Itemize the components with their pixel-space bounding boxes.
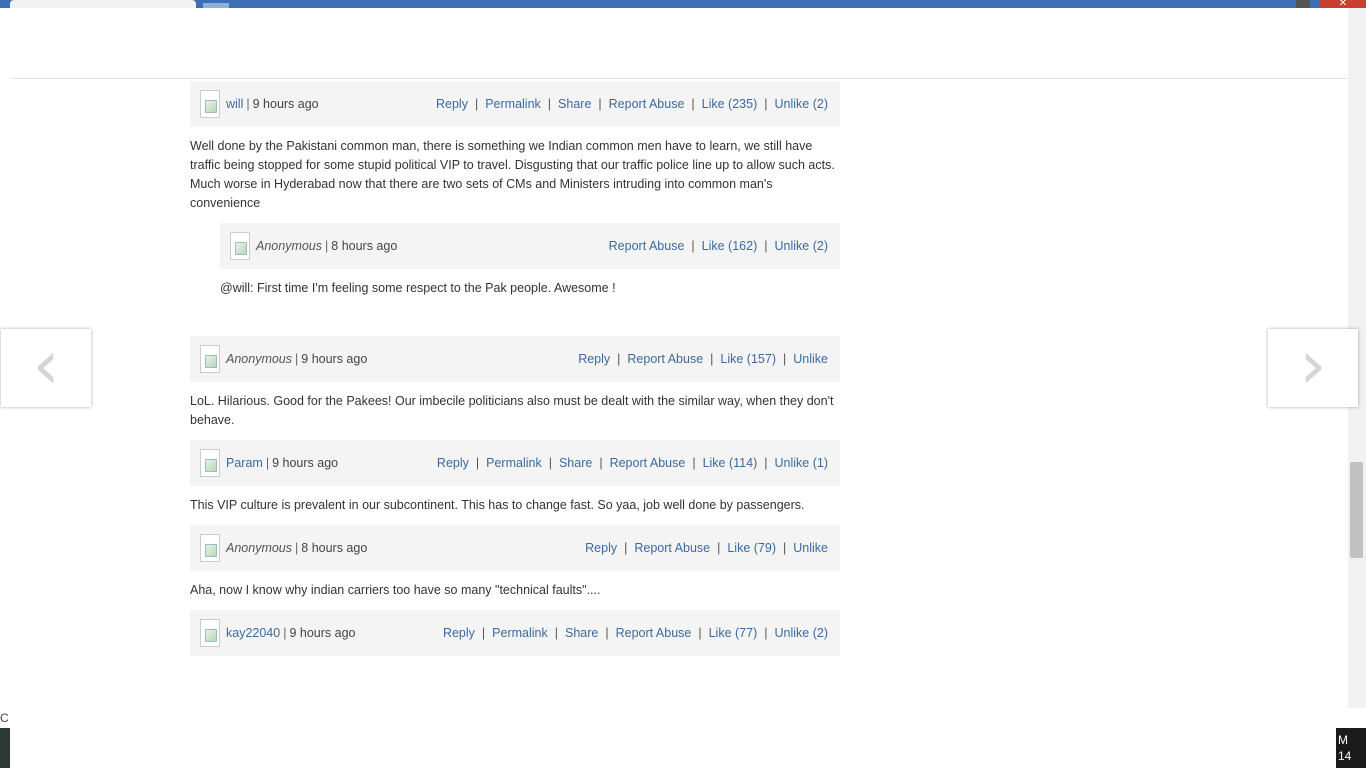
report-abuse-link[interactable]: Report Abuse — [627, 352, 703, 366]
comment-author: Anonymous — [226, 352, 293, 366]
like-link[interactable]: Like (77) — [709, 626, 758, 640]
comment-actions: Reply | Permalink | Share | Report Abuse | L… — [436, 97, 828, 111]
share-link[interactable]: Share — [558, 97, 591, 111]
unlike-link[interactable]: Unlike — [793, 352, 828, 366]
comment-time: 9 hours ago — [289, 626, 356, 640]
avatar — [200, 90, 220, 118]
reply-link[interactable]: Reply — [437, 456, 469, 470]
comment-time: 9 hours ago — [252, 97, 319, 111]
comment-time: 8 hours ago — [301, 541, 368, 555]
page-header — [10, 8, 1348, 79]
unlike-link[interactable]: Unlike (2) — [775, 239, 829, 253]
taskbar-start-area[interactable] — [0, 728, 10, 768]
system-clock[interactable]: M 14 — [1336, 728, 1366, 768]
share-link[interactable]: Share — [565, 626, 598, 640]
comment-author[interactable]: kay22040 — [226, 626, 280, 640]
comment-time: 9 hours ago — [272, 456, 339, 470]
like-link[interactable]: Like (114) — [703, 456, 758, 470]
comment-time: 9 hours ago — [301, 352, 368, 366]
report-abuse-link[interactable]: Report Abuse — [609, 97, 685, 111]
unlike-link[interactable]: Unlike (2) — [775, 97, 829, 111]
reply-link[interactable]: Reply — [578, 352, 610, 366]
share-link[interactable]: Share — [559, 456, 592, 470]
window-icon — [1296, 0, 1310, 8]
avatar — [200, 534, 220, 562]
comment-text — [190, 656, 840, 666]
comment-header: Anonymous | 9 hours ago Reply | Report Ab… — [190, 336, 840, 382]
avatar — [200, 345, 220, 373]
reply-header: Anonymous | 8 hours ago Report Abuse | Li… — [220, 223, 840, 269]
meta-separator: | — [265, 456, 270, 470]
report-abuse-link[interactable]: Report Abuse — [616, 626, 692, 640]
unlike-link[interactable]: Unlike (1) — [775, 456, 829, 470]
comment-actions: Reply | Permalink | Share | Report Abuse | L… — [436, 456, 829, 470]
meta-separator: | — [295, 541, 299, 555]
comment-actions: Report Abuse | Like (162) | Unlike (2) — [608, 239, 829, 253]
next-arrow-icon[interactable]: › — [1268, 329, 1358, 407]
comment-header: will | 9 hours ago Reply | Permalink | Sha… — [190, 81, 840, 127]
like-link[interactable]: Like (235) — [702, 97, 758, 111]
unlike-link[interactable]: Unlike — [793, 541, 828, 555]
reply-text: @will: First time I'm feeling some respe… — [220, 281, 616, 295]
previous-arrow-icon[interactable]: ‹ — [1, 329, 91, 407]
scrollbar-thumb[interactable] — [1350, 462, 1363, 558]
like-link[interactable]: Like (162) — [702, 239, 758, 253]
permalink-link[interactable]: Permalink — [492, 626, 548, 640]
comments-list: will | 9 hours ago Reply | Permalink | Sha… — [190, 81, 840, 676]
meta-separator: | — [325, 239, 329, 253]
comment-actions: Reply | Report Abuse | Like (157) | Unlike — [578, 352, 828, 366]
comment-text: Well done by the Pakistani common man, t… — [190, 139, 835, 210]
report-abuse-link[interactable]: Report Abuse — [610, 456, 686, 470]
like-link[interactable]: Like (157) — [720, 352, 776, 366]
reply-link[interactable]: Reply — [443, 626, 475, 640]
meta-separator: | — [246, 97, 250, 111]
comment-text: This VIP culture is prevalent in our sub… — [190, 498, 805, 512]
comment-time: 8 hours ago — [331, 239, 398, 253]
clock-line-1: M — [1338, 733, 1348, 747]
meta-separator: | — [283, 626, 287, 640]
report-abuse-link[interactable]: Report Abuse — [609, 239, 685, 253]
avatar — [200, 449, 220, 477]
comment-author[interactable]: Param — [226, 456, 263, 470]
close-icon[interactable]: ✕ — [1320, 0, 1366, 8]
permalink-link[interactable]: Permalink — [486, 456, 542, 470]
like-link[interactable]: Like (79) — [727, 541, 776, 555]
avatar — [230, 232, 250, 260]
taskbar-edge-text: C — [0, 709, 10, 727]
comment-header: kay22040 | 9 hours ago Reply | Permalink |… — [190, 610, 840, 656]
meta-separator: | — [295, 352, 299, 366]
taskbar — [0, 708, 1366, 768]
web-page: will | 9 hours ago Reply | Permalink | Sha… — [10, 8, 1348, 708]
avatar — [200, 619, 220, 647]
comment-author: Anonymous — [226, 541, 293, 555]
comment-author[interactable]: will — [226, 97, 243, 111]
report-abuse-link[interactable]: Report Abuse — [634, 541, 710, 555]
comment-header: Param | 9 hours ago Reply | Permalink | Sh… — [190, 440, 840, 486]
reply-link[interactable]: Reply — [436, 97, 468, 111]
comment-text: LoL. Hilarious. Good for the Pakees! Our… — [190, 394, 834, 427]
comment-author: Anonymous — [256, 239, 323, 253]
unlike-link[interactable]: Unlike (2) — [775, 626, 829, 640]
comment-header: Anonymous | 8 hours ago Reply | Report Ab… — [190, 525, 840, 571]
clock-line-2: 14 — [1338, 749, 1352, 763]
comment-actions: Reply | Report Abuse | Like (79) | Unlike — [585, 541, 828, 555]
reply-link[interactable]: Reply — [585, 541, 617, 555]
permalink-link[interactable]: Permalink — [485, 97, 541, 111]
browser-tab[interactable] — [10, 0, 196, 8]
comment-actions: Reply | Permalink | Share | Report Abuse | L… — [442, 626, 829, 640]
comment-text: Aha, now I know why indian carriers too … — [190, 583, 601, 597]
